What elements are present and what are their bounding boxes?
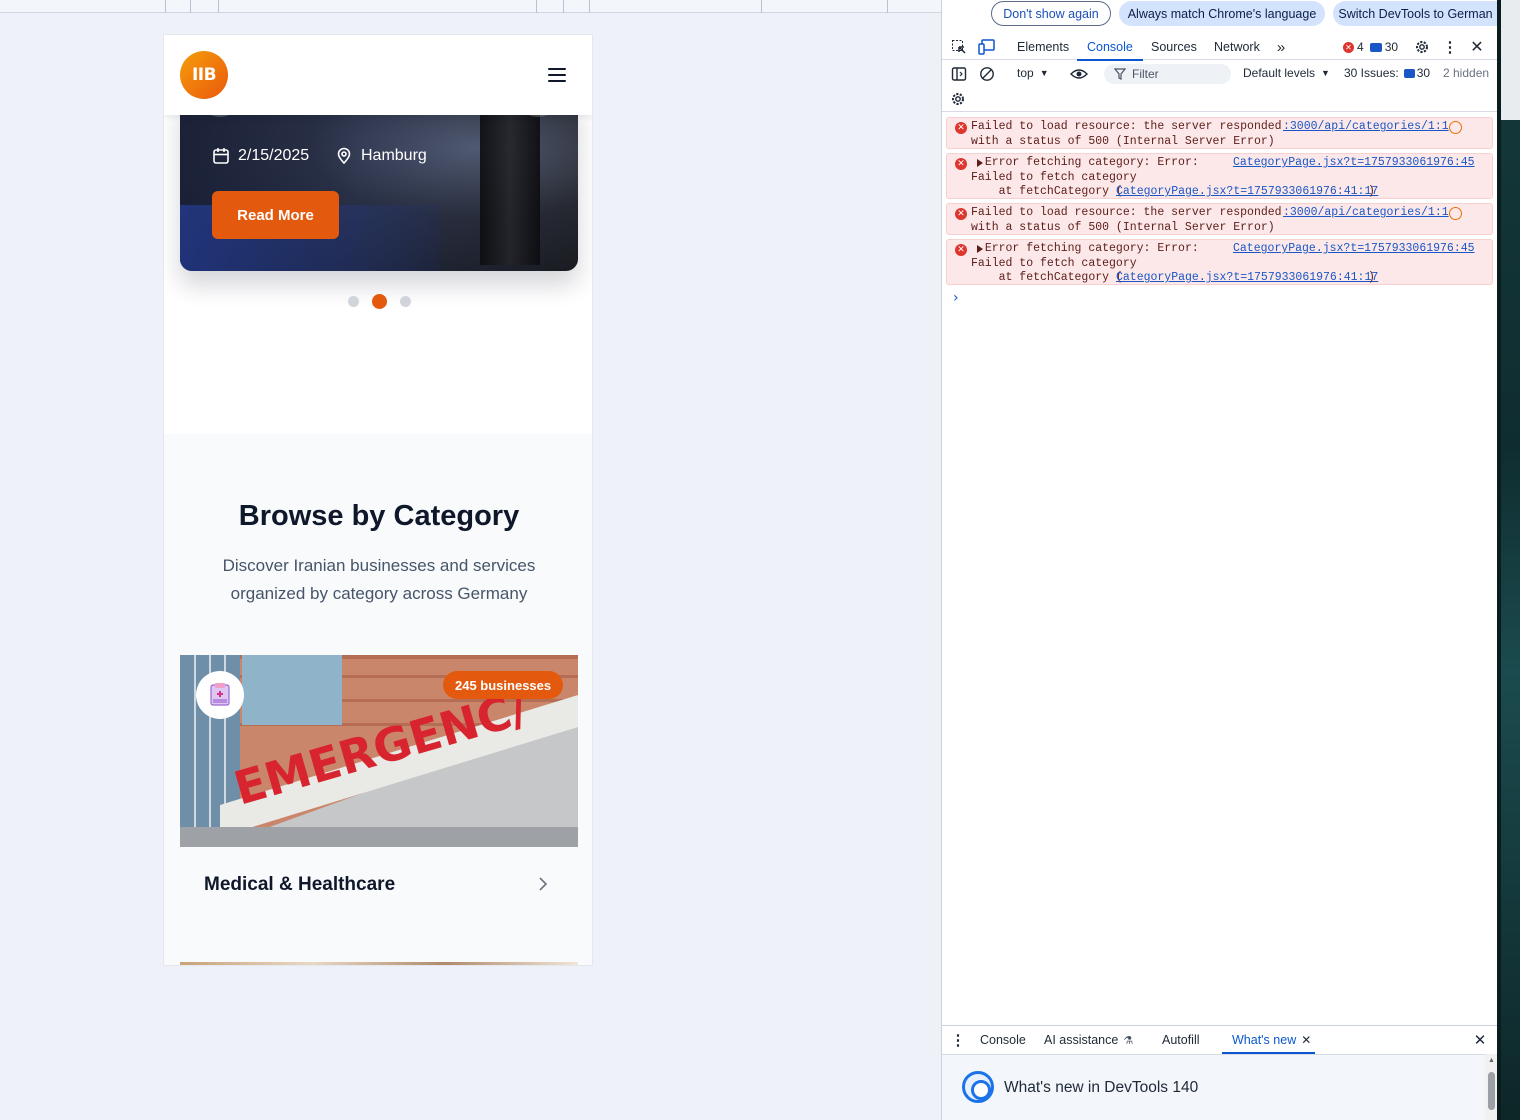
ruler: [0, 0, 941, 13]
close-drawer-icon[interactable]: ✕: [1472, 1031, 1488, 1049]
category-name: Medical & Healthcare: [204, 874, 396, 895]
dropdown-arrow-icon: ▼: [1321, 68, 1330, 78]
stack-frame-link[interactable]: CategoryPage.jsx?t=1757933061976:41:17: [1116, 185, 1378, 200]
carousel-dot[interactable]: [348, 296, 359, 307]
switch-language-button[interactable]: Switch DevTools to German: [1333, 1, 1497, 26]
filter-input[interactable]: Filter: [1104, 64, 1231, 84]
console-settings-gear-icon[interactable]: [949, 90, 967, 108]
error-icon: ✕: [955, 122, 967, 134]
devtools-logo-icon: [962, 1071, 994, 1103]
context-select[interactable]: top ▼: [1017, 66, 1049, 80]
issues-icon: [1369, 42, 1382, 52]
tab-sources[interactable]: Sources: [1151, 34, 1197, 60]
clear-console-icon[interactable]: [978, 65, 996, 83]
section-subtitle: Discover Iranian businesses and services…: [222, 556, 536, 603]
scroll-up-icon[interactable]: ▲: [1488, 1057, 1495, 1064]
console-error-message[interactable]: ✕ Error fetching category: Error: Failed…: [946, 239, 1493, 285]
kebab-menu-icon[interactable]: ⋮: [1443, 37, 1458, 57]
tab-console[interactable]: Console: [1077, 34, 1143, 61]
site-header: IIB: [164, 35, 592, 115]
devtools-tabbar: Elements Console Sources Network » ✕ 4 3…: [942, 34, 1497, 61]
business-count-badge: 245 businesses: [443, 671, 564, 699]
desktop-background-edge: [1497, 0, 1520, 1120]
carousel-dot[interactable]: [400, 296, 411, 307]
drawer-tab-autofill[interactable]: Autofill: [1162, 1026, 1200, 1054]
whats-new-title: What's new in DevTools 140: [1004, 1079, 1199, 1096]
event-location: Hamburg: [335, 147, 427, 165]
error-icon: ✕: [1343, 41, 1354, 53]
next-category-card[interactable]: [180, 962, 578, 965]
sidebar-toggle-icon[interactable]: [950, 65, 968, 83]
device-toolbar-icon[interactable]: [978, 38, 996, 56]
network-request-icon[interactable]: [1449, 207, 1462, 220]
source-link[interactable]: :3000/api/categories/1:1: [1283, 206, 1449, 221]
read-more-button[interactable]: Read More: [212, 191, 339, 239]
source-link[interactable]: :3000/api/categories/1:1: [1283, 120, 1449, 135]
log-levels-select[interactable]: Default levels ▼: [1243, 66, 1330, 80]
hidden-count: 2 hidden: [1443, 66, 1490, 80]
source-link[interactable]: CategoryPage.jsx?t=1757933061976:45: [1233, 156, 1475, 171]
scrollbar[interactable]: ▲: [1485, 1054, 1497, 1120]
stack-frame-link[interactable]: CategoryPage.jsx?t=1757933061976:41:17: [1116, 271, 1378, 286]
dont-show-again-button[interactable]: Don't show again: [991, 1, 1111, 26]
devtools-panel: Don't show again Always match Chrome's l…: [941, 0, 1497, 1120]
error-icon: ✕: [955, 244, 967, 256]
console-output: ✕ Failed to load resource: the server re…: [942, 111, 1497, 285]
more-tabs-icon[interactable]: »: [1273, 38, 1289, 56]
tab-elements[interactable]: Elements: [1017, 34, 1069, 60]
page-viewport: IIB 2/15/2025 Hamburg Read More Browse b…: [0, 0, 941, 1120]
network-request-icon[interactable]: [1449, 121, 1462, 134]
match-language-button[interactable]: Always match Chrome's language: [1119, 1, 1325, 26]
console-error-message[interactable]: ✕ Error fetching category: Error: Failed…: [946, 153, 1493, 199]
close-devtools-icon[interactable]: ✕: [1469, 37, 1485, 57]
carousel-dots: [348, 294, 424, 309]
event-location-text: Hamburg: [361, 147, 427, 164]
mobile-frame: IIB 2/15/2025 Hamburg Read More Browse b…: [163, 34, 593, 966]
carousel-dot-active[interactable]: [372, 294, 387, 309]
scrollbar-thumb[interactable]: [1488, 1072, 1495, 1110]
live-expression-eye-icon[interactable]: [1069, 65, 1089, 83]
calendar-icon: [213, 148, 229, 164]
devtools-drawer: ⋮ Console AI assistance ⚗ Autofill What'…: [942, 1025, 1497, 1120]
whats-new-panel: What's new in DevTools 140: [942, 1054, 1485, 1120]
close-tab-icon[interactable]: ✕: [1301, 1033, 1311, 1047]
menu-icon[interactable]: [548, 68, 566, 82]
drawer-tab-ai-assistance[interactable]: AI assistance ⚗: [1044, 1026, 1133, 1054]
error-counter[interactable]: ✕ 4 30: [1343, 38, 1398, 56]
map-pin-icon: [337, 147, 351, 165]
section-title: Browse by Category: [238, 500, 520, 532]
issues-link[interactable]: 30 Issues: 30: [1344, 66, 1430, 80]
site-logo[interactable]: IIB: [180, 51, 228, 99]
settings-gear-icon[interactable]: [1413, 37, 1431, 57]
chevron-right-icon[interactable]: [537, 876, 549, 892]
dropdown-arrow-icon: ▼: [1039, 68, 1049, 78]
drawer-tab-console[interactable]: Console: [980, 1026, 1026, 1054]
console-prompt-chevron-icon[interactable]: ›: [953, 290, 959, 306]
category-section: Browse by Category Discover Iranian busi…: [164, 434, 592, 965]
filter-icon: [1114, 68, 1126, 80]
language-infobar: Don't show again Always match Chrome's l…: [942, 0, 1497, 28]
console-error-message[interactable]: ✕ Failed to load resource: the server re…: [946, 203, 1493, 235]
category-card[interactable]: EMERGENC/ 245 businesses Medical & Healt…: [180, 655, 578, 929]
medical-icon: [196, 671, 244, 719]
hero-slide[interactable]: 2/15/2025 Hamburg Read More: [180, 95, 578, 271]
inspect-element-icon[interactable]: [950, 38, 968, 56]
console-toolbar: top ▼ Filter Default levels ▼ 30 Issues:…: [942, 61, 1497, 87]
event-date-text: 2/15/2025: [238, 147, 310, 164]
tab-network[interactable]: Network: [1214, 34, 1260, 60]
error-icon: ✕: [955, 208, 967, 220]
drawer-menu-icon[interactable]: ⋮: [951, 1031, 966, 1049]
source-link[interactable]: CategoryPage.jsx?t=1757933061976:45: [1233, 242, 1475, 257]
event-date: 2/15/2025: [212, 147, 309, 165]
flask-icon: ⚗: [1123, 1034, 1134, 1047]
drawer-tab-whats-new[interactable]: What's new ✕: [1221, 1026, 1316, 1054]
error-icon: ✕: [955, 158, 967, 170]
console-error-message[interactable]: ✕ Failed to load resource: the server re…: [946, 117, 1493, 149]
issues-icon: [1403, 68, 1415, 78]
